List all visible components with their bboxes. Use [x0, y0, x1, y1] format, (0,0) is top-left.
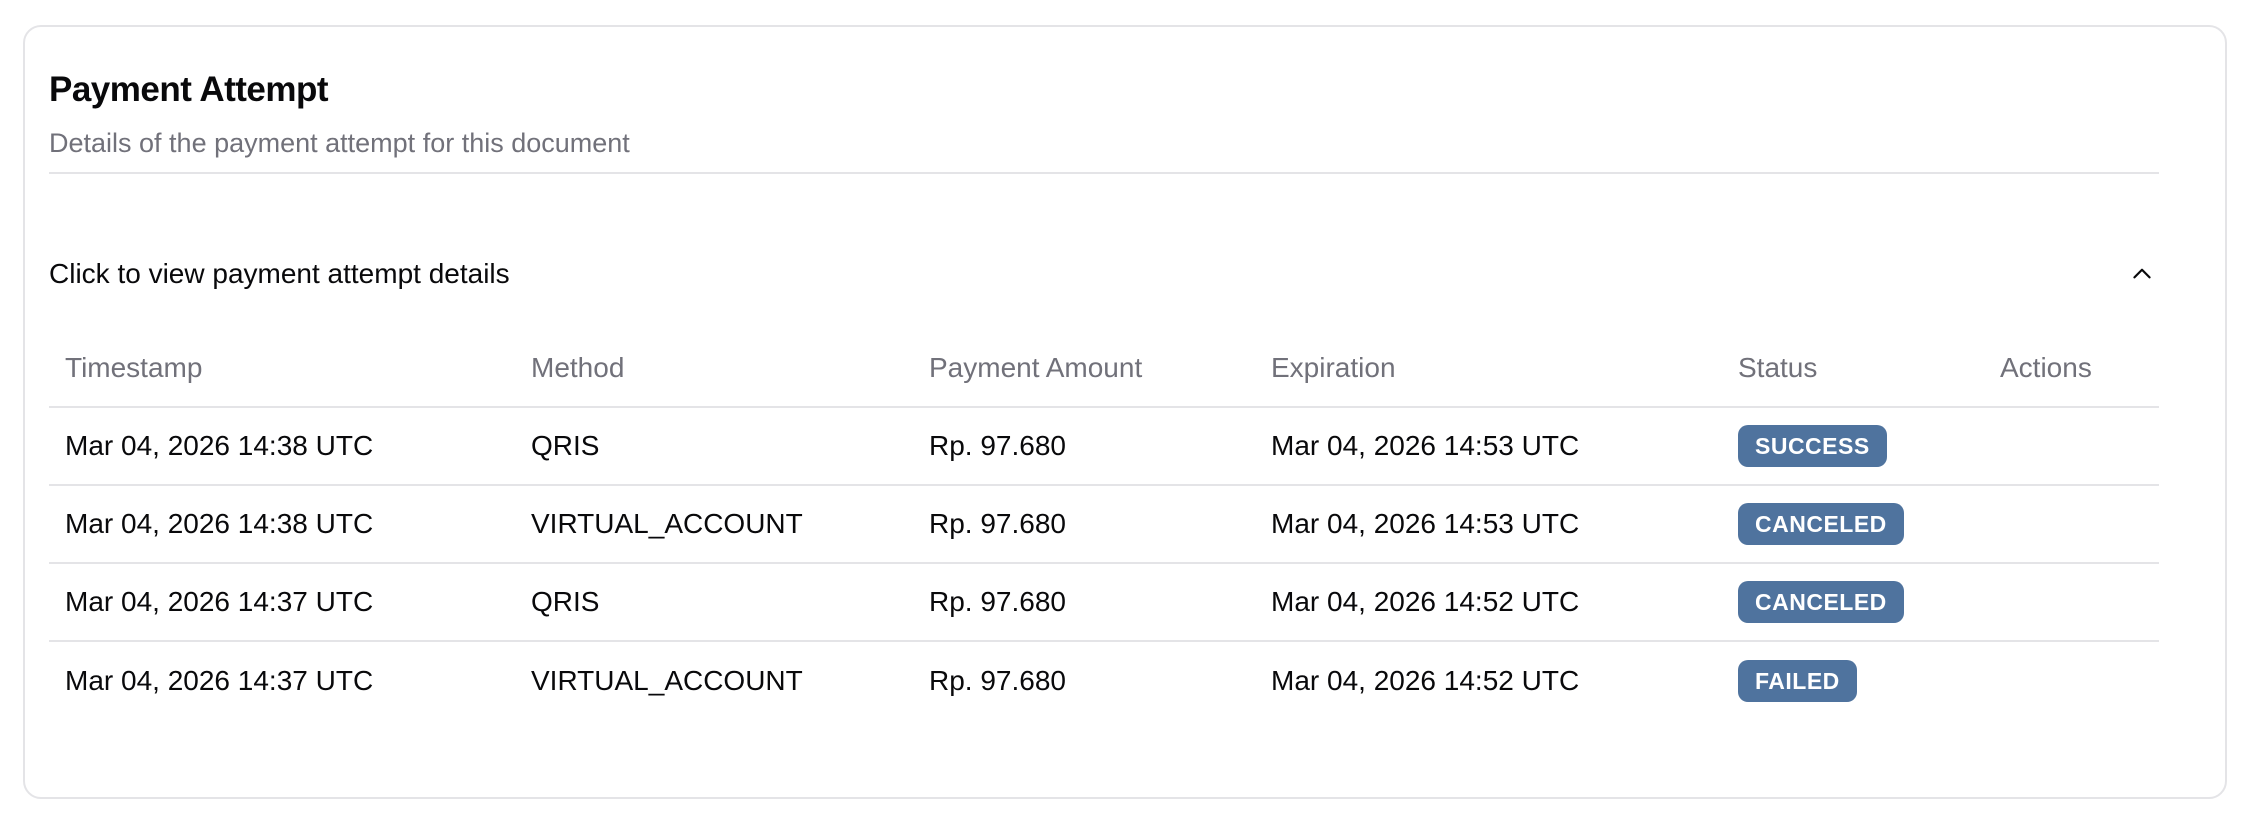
status-badge: CANCELED — [1738, 581, 1904, 623]
table-header-row: Timestamp Method Payment Amount Expirati… — [49, 330, 2159, 408]
accordion-label: Click to view payment attempt details — [49, 258, 510, 289]
table-row: Mar 04, 2026 14:37 UTC QRIS Rp. 97.680 M… — [49, 564, 2159, 642]
method-cell: VIRTUAL_ACCOUNT — [531, 665, 803, 696]
card-subtitle: Details of the payment attempt for this … — [49, 128, 630, 158]
method-cell: VIRTUAL_ACCOUNT — [531, 508, 803, 539]
table-row: Mar 04, 2026 14:38 UTC QRIS Rp. 97.680 M… — [49, 408, 2159, 486]
header-actions: Actions — [2000, 352, 2092, 383]
expiration-cell: Mar 04, 2026 14:52 UTC — [1271, 586, 1580, 617]
timestamp-cell: Mar 04, 2026 14:37 UTC — [65, 586, 374, 617]
timestamp-cell: Mar 04, 2026 14:38 UTC — [65, 508, 374, 539]
expiration-cell: Mar 04, 2026 14:53 UTC — [1271, 508, 1580, 539]
amount-cell: Rp. 97.680 — [929, 665, 1066, 696]
header-method: Method — [531, 352, 625, 383]
method-cell: QRIS — [531, 586, 600, 617]
card-header: Payment Attempt Details of the payment a… — [49, 42, 2159, 174]
accordion-trigger[interactable]: Click to view payment attempt details — [49, 226, 2159, 316]
status-badge: CANCELED — [1738, 503, 1904, 545]
table-row: Mar 04, 2026 14:37 UTC VIRTUAL_ACCOUNT R… — [49, 642, 2159, 720]
status-badge: SUCCESS — [1738, 425, 1887, 467]
table-row: Mar 04, 2026 14:38 UTC VIRTUAL_ACCOUNT R… — [49, 486, 2159, 564]
expiration-cell: Mar 04, 2026 14:52 UTC — [1271, 665, 1580, 696]
status-cell: FAILED — [1738, 642, 1857, 720]
amount-cell: Rp. 97.680 — [929, 586, 1066, 617]
header-payment-amount: Payment Amount — [929, 352, 1143, 383]
header-expiration: Expiration — [1271, 352, 1396, 383]
payment-attempt-table: Timestamp Method Payment Amount Expirati… — [49, 330, 2159, 720]
header-status: Status — [1738, 352, 1818, 383]
timestamp-cell: Mar 04, 2026 14:38 UTC — [65, 430, 374, 461]
expiration-cell: Mar 04, 2026 14:53 UTC — [1271, 430, 1580, 461]
header-timestamp: Timestamp — [65, 352, 203, 383]
card-title: Payment Attempt — [49, 70, 329, 109]
status-cell: CANCELED — [1738, 564, 1904, 640]
chevron-up-icon — [2133, 268, 2151, 279]
status-badge: FAILED — [1738, 660, 1857, 702]
status-cell: SUCCESS — [1738, 408, 1887, 484]
status-cell: CANCELED — [1738, 486, 1904, 562]
timestamp-cell: Mar 04, 2026 14:37 UTC — [65, 665, 374, 696]
method-cell: QRIS — [531, 430, 600, 461]
amount-cell: Rp. 97.680 — [929, 508, 1066, 539]
amount-cell: Rp. 97.680 — [929, 430, 1066, 461]
